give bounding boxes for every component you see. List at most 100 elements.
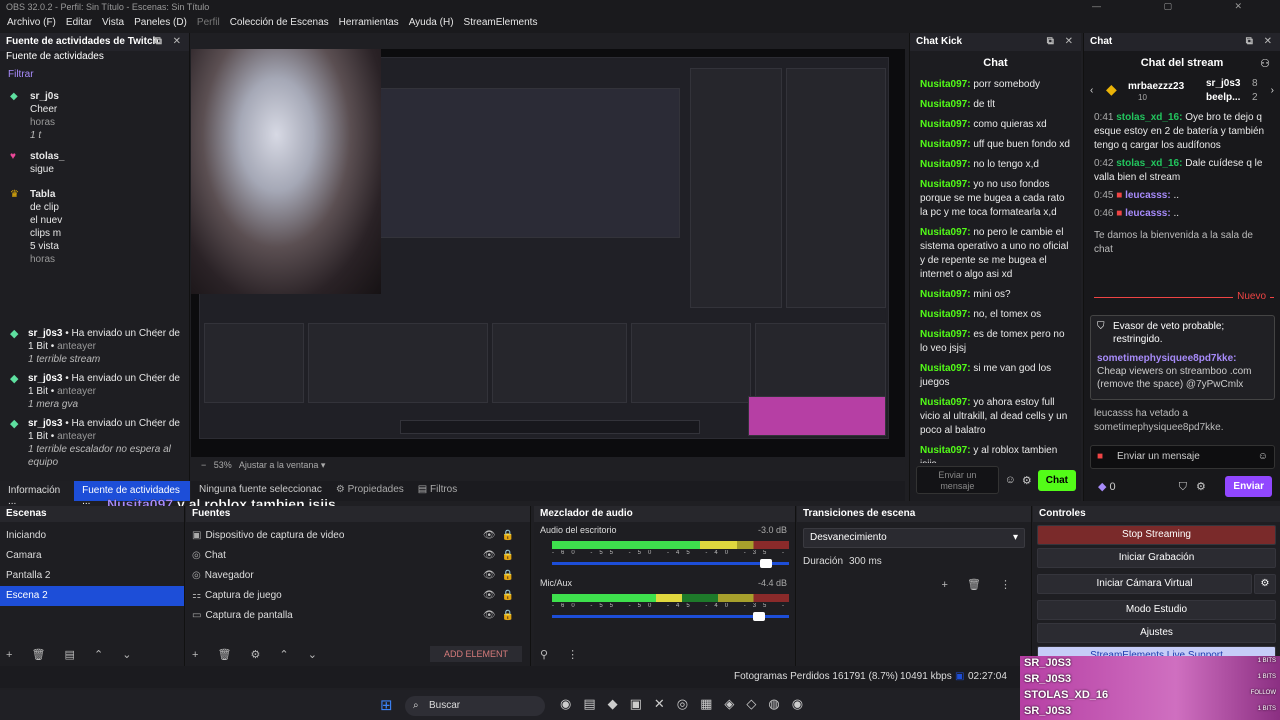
scene-item[interactable]: Camara bbox=[0, 546, 184, 566]
scene-item-selected[interactable]: Escena 2 bbox=[0, 586, 184, 606]
chat-user[interactable]: stolas_xd_16: bbox=[1116, 158, 1182, 169]
event-user[interactable]: sr_j0s3 bbox=[28, 328, 62, 339]
evasor-user[interactable]: sometimephysiquee8pd7kke: bbox=[1097, 353, 1237, 364]
chat-user[interactable]: Nusita097: bbox=[920, 159, 971, 170]
chat-message-input[interactable]: ■ Enviar un mensaje ☺ bbox=[1090, 445, 1275, 469]
menu-paneles[interactable]: Paneles (D) bbox=[129, 15, 192, 33]
side-user[interactable]: sr_j0s3 bbox=[1206, 78, 1240, 89]
source-item[interactable]: ⚏ Captura de juego 👁🔒 bbox=[186, 586, 530, 606]
chevron-down-icon[interactable]: ▾ bbox=[321, 460, 326, 470]
more-icon[interactable]: ⋮ bbox=[151, 372, 161, 385]
visibility-lock-icons[interactable]: 👁🔒 bbox=[483, 569, 520, 583]
chevron-left-icon[interactable]: ‹ bbox=[1090, 85, 1093, 96]
chat-user[interactable]: Nusita097: bbox=[920, 227, 971, 238]
zoom-out-icon[interactable]: − bbox=[201, 460, 206, 470]
program-preview[interactable] bbox=[191, 49, 905, 457]
event-user[interactable]: stolas_ bbox=[30, 151, 64, 162]
studio-mode-button[interactable]: Modo Estudio bbox=[1037, 600, 1276, 620]
chat-user[interactable]: Nusita097: bbox=[920, 397, 971, 408]
chat-user[interactable]: stolas_xd_16: bbox=[1116, 112, 1182, 123]
settings-button[interactable]: Ajustes bbox=[1037, 623, 1276, 643]
chat-user[interactable]: Nusita097: bbox=[920, 329, 971, 340]
menu-perfil[interactable]: Perfil bbox=[192, 15, 225, 33]
visibility-lock-icons[interactable]: 👁🔒 bbox=[483, 549, 520, 563]
menu-archivo[interactable]: Archivo (F) bbox=[2, 15, 61, 33]
kick-send-button[interactable]: Chat bbox=[1037, 469, 1076, 491]
chat-user[interactable]: leucasss: bbox=[1125, 190, 1171, 201]
chat-user[interactable]: Nusita097: bbox=[920, 363, 971, 374]
zoom-fit[interactable]: Ajustar a la ventana bbox=[239, 460, 319, 470]
top-user[interactable]: mrbaezzz23 bbox=[1128, 81, 1184, 92]
chat-user[interactable]: Nusita097: bbox=[920, 179, 971, 190]
menu-vista[interactable]: Vista bbox=[97, 15, 129, 33]
event-user[interactable]: sr_j0s bbox=[30, 91, 59, 102]
shield-icon[interactable]: ⛉ bbox=[1179, 481, 1187, 493]
chat-user[interactable]: Nusita097: bbox=[920, 309, 971, 320]
points-icon[interactable]: ◆ bbox=[1098, 481, 1106, 493]
gear-icon[interactable]: ⚙ bbox=[1022, 474, 1032, 487]
menu-streamelements[interactable]: StreamElements bbox=[459, 15, 543, 33]
kick-message-input[interactable]: Enviar un mensaje bbox=[916, 466, 999, 494]
window-controls[interactable]: — ▢ ✕ bbox=[1092, 1, 1272, 12]
menu-herramientas[interactable]: Herramientas bbox=[334, 15, 404, 33]
people-icon[interactable]: ⚇ bbox=[1260, 57, 1270, 70]
event-user[interactable]: Tabla bbox=[30, 189, 55, 200]
emoji-icon[interactable]: ☺ bbox=[1005, 474, 1016, 486]
properties-button[interactable]: ⚙ Propiedades bbox=[336, 484, 404, 498]
volume-knob[interactable] bbox=[753, 612, 766, 621]
chat-user[interactable]: Nusita097: bbox=[920, 79, 971, 90]
volume-knob[interactable] bbox=[760, 559, 773, 568]
scene-item[interactable]: Pantalla 2 bbox=[0, 566, 184, 586]
menu-ayuda[interactable]: Ayuda (H) bbox=[404, 15, 459, 33]
emoji-icon[interactable]: ☺ bbox=[1258, 451, 1268, 462]
volume-slider[interactable] bbox=[552, 612, 789, 621]
source-item[interactable]: ▣ Dispositivo de captura de video 👁🔒 bbox=[186, 526, 530, 546]
duration-value[interactable]: 300 ms bbox=[849, 556, 882, 567]
transition-toolbar[interactable]: + 🗑 ⋮ bbox=[941, 578, 1019, 591]
filter-button[interactable]: Filtrar bbox=[0, 65, 189, 84]
alert-item: STOLAS_XD_16 FOLLOW bbox=[1020, 688, 1280, 704]
source-item[interactable]: ▭ Captura de pantalla 👁🔒 bbox=[186, 606, 530, 626]
windows-icon[interactable]: ⊞ bbox=[380, 696, 393, 714]
dock-buttons[interactable]: ⧉ ✕ bbox=[1246, 36, 1276, 47]
source-item[interactable]: ◎ Chat 👁🔒 bbox=[186, 546, 530, 566]
event-user[interactable]: sr_j0s3 bbox=[28, 418, 62, 429]
visibility-lock-icons[interactable]: 👁🔒 bbox=[483, 609, 520, 623]
scenes-toolbar[interactable]: + 🗑 ▤ ⌃ ⌄ bbox=[0, 644, 184, 666]
start-recording-button[interactable]: Iniciar Grabación bbox=[1037, 548, 1276, 568]
chat-send-button[interactable]: Enviar bbox=[1225, 476, 1272, 497]
dock-buttons[interactable]: ⧉ ✕ bbox=[155, 36, 185, 47]
chat-user[interactable]: Nusita097: bbox=[920, 139, 971, 150]
visibility-lock-icons[interactable]: 👁🔒 bbox=[483, 529, 520, 543]
volume-slider[interactable] bbox=[552, 559, 789, 568]
zoom-bar: − 53% Ajustar a la ventana ▾ bbox=[191, 458, 905, 474]
more-icon[interactable]: ⋮ bbox=[151, 327, 161, 340]
chevron-right-icon[interactable]: › bbox=[1271, 85, 1274, 96]
virtual-camera-button[interactable]: Iniciar Cámara Virtual bbox=[1037, 574, 1252, 594]
taskbar-apps[interactable]: ◉▤◆▣✕◎▦◈◇◍◉ bbox=[560, 696, 815, 712]
menu-editar[interactable]: Editar bbox=[61, 15, 97, 33]
taskbar-search[interactable]: ⌕ Buscar bbox=[405, 696, 545, 716]
transition-select[interactable]: Desvanecimiento ▾ bbox=[803, 528, 1025, 548]
gear-icon[interactable]: ⚙ bbox=[1254, 574, 1276, 594]
stop-streaming-button[interactable]: Stop Streaming bbox=[1037, 525, 1276, 545]
scene-item[interactable]: Iniciando bbox=[0, 526, 184, 546]
chat-user[interactable]: Nusita097: bbox=[920, 289, 971, 300]
tab-info[interactable]: Información ... bbox=[0, 481, 74, 507]
menu-coleccion[interactable]: Colección de Escenas bbox=[225, 15, 334, 33]
add-element-button[interactable]: ADD ELEMENT bbox=[429, 646, 522, 662]
dock-buttons[interactable]: ⧉ ✕ bbox=[1047, 36, 1077, 47]
chat-user[interactable]: Nusita097: bbox=[920, 445, 971, 456]
side-user[interactable]: beelp... bbox=[1206, 92, 1240, 103]
filters-button[interactable]: ▤ Filtros bbox=[418, 484, 457, 498]
chat-user[interactable]: leucasss: bbox=[1125, 208, 1171, 219]
gear-icon[interactable]: ⚙ bbox=[1196, 481, 1206, 493]
source-item[interactable]: ◎ Navegador 👁🔒 bbox=[186, 566, 530, 586]
event-user[interactable]: sr_j0s3 bbox=[28, 373, 62, 384]
more-icon[interactable]: ⋮ bbox=[151, 417, 161, 430]
chat-user[interactable]: Nusita097: bbox=[920, 119, 971, 130]
mixer-toolbar[interactable]: ⚲ ⋮ bbox=[534, 644, 795, 666]
visibility-lock-icons[interactable]: 👁🔒 bbox=[483, 589, 520, 603]
chat-user[interactable]: Nusita097: bbox=[920, 99, 971, 110]
monitor-icon: ▭ bbox=[192, 610, 202, 621]
